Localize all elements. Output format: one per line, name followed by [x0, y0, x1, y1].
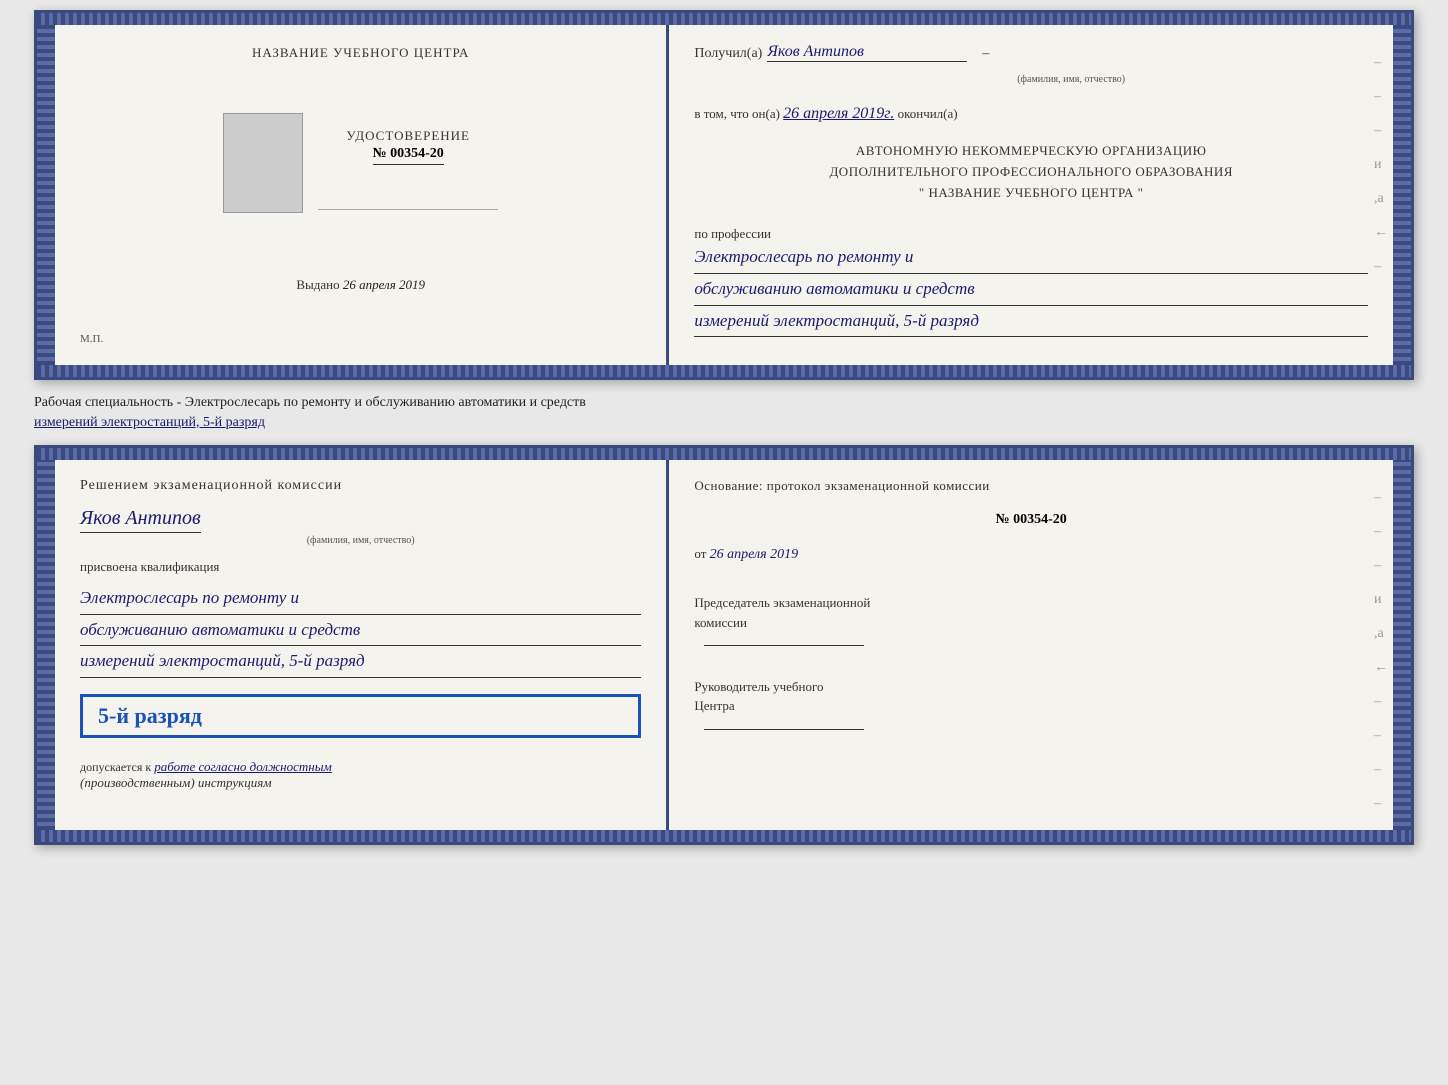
recipient-name: Яков Антипов: [767, 43, 967, 62]
bottom-decorative-strip-bottom: [37, 830, 1411, 842]
basis-section: Основание: протокол экзаменационной коми…: [694, 478, 1368, 494]
profession-line2: обслуживанию автоматики и средств: [694, 274, 1368, 306]
cert-number: № 00354-20: [373, 146, 444, 165]
cert-number-section: УДОСТОВЕРЕНИЕ № 00354-20: [318, 128, 498, 165]
bottom-decorative-strip-top: [37, 365, 1411, 377]
right-dashes: – – – и ,а ← –: [1374, 55, 1388, 275]
chairman-section: Председатель экзаменационной комиссии: [694, 593, 1368, 652]
left-decorative-strip: [37, 25, 55, 365]
top-decorative-strip-bottom: [37, 448, 1411, 460]
qualification-heading: присвоена квалификация: [80, 559, 641, 575]
top-cert-right-page: – – – и ,а ← – Получил(а) Яков Антипов –…: [669, 25, 1393, 365]
qual-lines: Электрослесарь по ремонту и обслуживанию…: [80, 583, 641, 678]
issued-date: Выдано 26 апреля 2019: [296, 277, 425, 293]
bottom-cert-right-page: – – – и ,а ← – – – – Основание: протокол…: [669, 460, 1393, 830]
stamp-label: М.П.: [80, 333, 103, 345]
photo-placeholder: [223, 113, 303, 213]
cert-label: УДОСТОВЕРЕНИЕ: [318, 128, 498, 144]
top-decorative-strip: [37, 13, 1411, 25]
qual-line2: обслуживанию автоматики и средств: [80, 615, 641, 647]
qual-line1: Электрослесарь по ремонту и: [80, 583, 641, 615]
bottom-person-name: Яков Антипов: [80, 507, 201, 533]
head-section: Руководитель учебного Центра: [694, 677, 1368, 736]
commission-title: Решением экзаменационной комиссии: [80, 478, 641, 494]
protocol-number: № 00354-20: [694, 512, 1368, 528]
protocol-date: от 26 апреля 2019: [694, 546, 1368, 563]
specialty-text: Рабочая специальность - Электрослесарь п…: [34, 388, 1414, 437]
right-decorative-strip-bottom: [1393, 460, 1411, 830]
bottom-cert-left-page: Решением экзаменационной комиссии Яков А…: [55, 460, 669, 830]
profession-line3: измерений электростанций, 5-й разряд: [694, 306, 1368, 338]
org-block: АВТОНОМНУЮ НЕКОММЕРЧЕСКУЮ ОРГАНИЗАЦИЮ ДО…: [694, 141, 1368, 203]
fio-label-top: (фамилия, имя, отчество): [774, 74, 1368, 85]
school-name-left: НАЗВАНИЕ УЧЕБНОГО ЦЕНТРА: [252, 45, 469, 61]
date-line: в том, что он(а) 26 апреля 2019г. окончи…: [694, 105, 1368, 123]
recipient-line: Получил(а) Яков Антипов –: [694, 43, 1368, 62]
profession-line1: Электрослесарь по ремонту и: [694, 242, 1368, 274]
left-decorative-strip-bottom: [37, 460, 55, 830]
top-cert-left-page: НАЗВАНИЕ УЧЕБНОГО ЦЕНТРА УДОСТОВЕРЕНИЕ №…: [55, 25, 669, 365]
allowed-text: допускается к работе согласно должностны…: [80, 759, 641, 791]
fio-label-bottom: (фамилия, имя, отчество): [80, 535, 641, 546]
right-decorative-strip: [1393, 25, 1411, 365]
head-sig-line: [704, 729, 864, 730]
profession-block: по профессии Электрослесарь по ремонту и…: [694, 226, 1368, 337]
qual-line3: измерений электростанций, 5-й разряд: [80, 646, 641, 678]
right-dashes-bottom: – – – и ,а ← – – – –: [1374, 490, 1388, 812]
rank-badge: 5-й разряд: [80, 694, 641, 738]
chairman-sig-line: [704, 645, 864, 646]
